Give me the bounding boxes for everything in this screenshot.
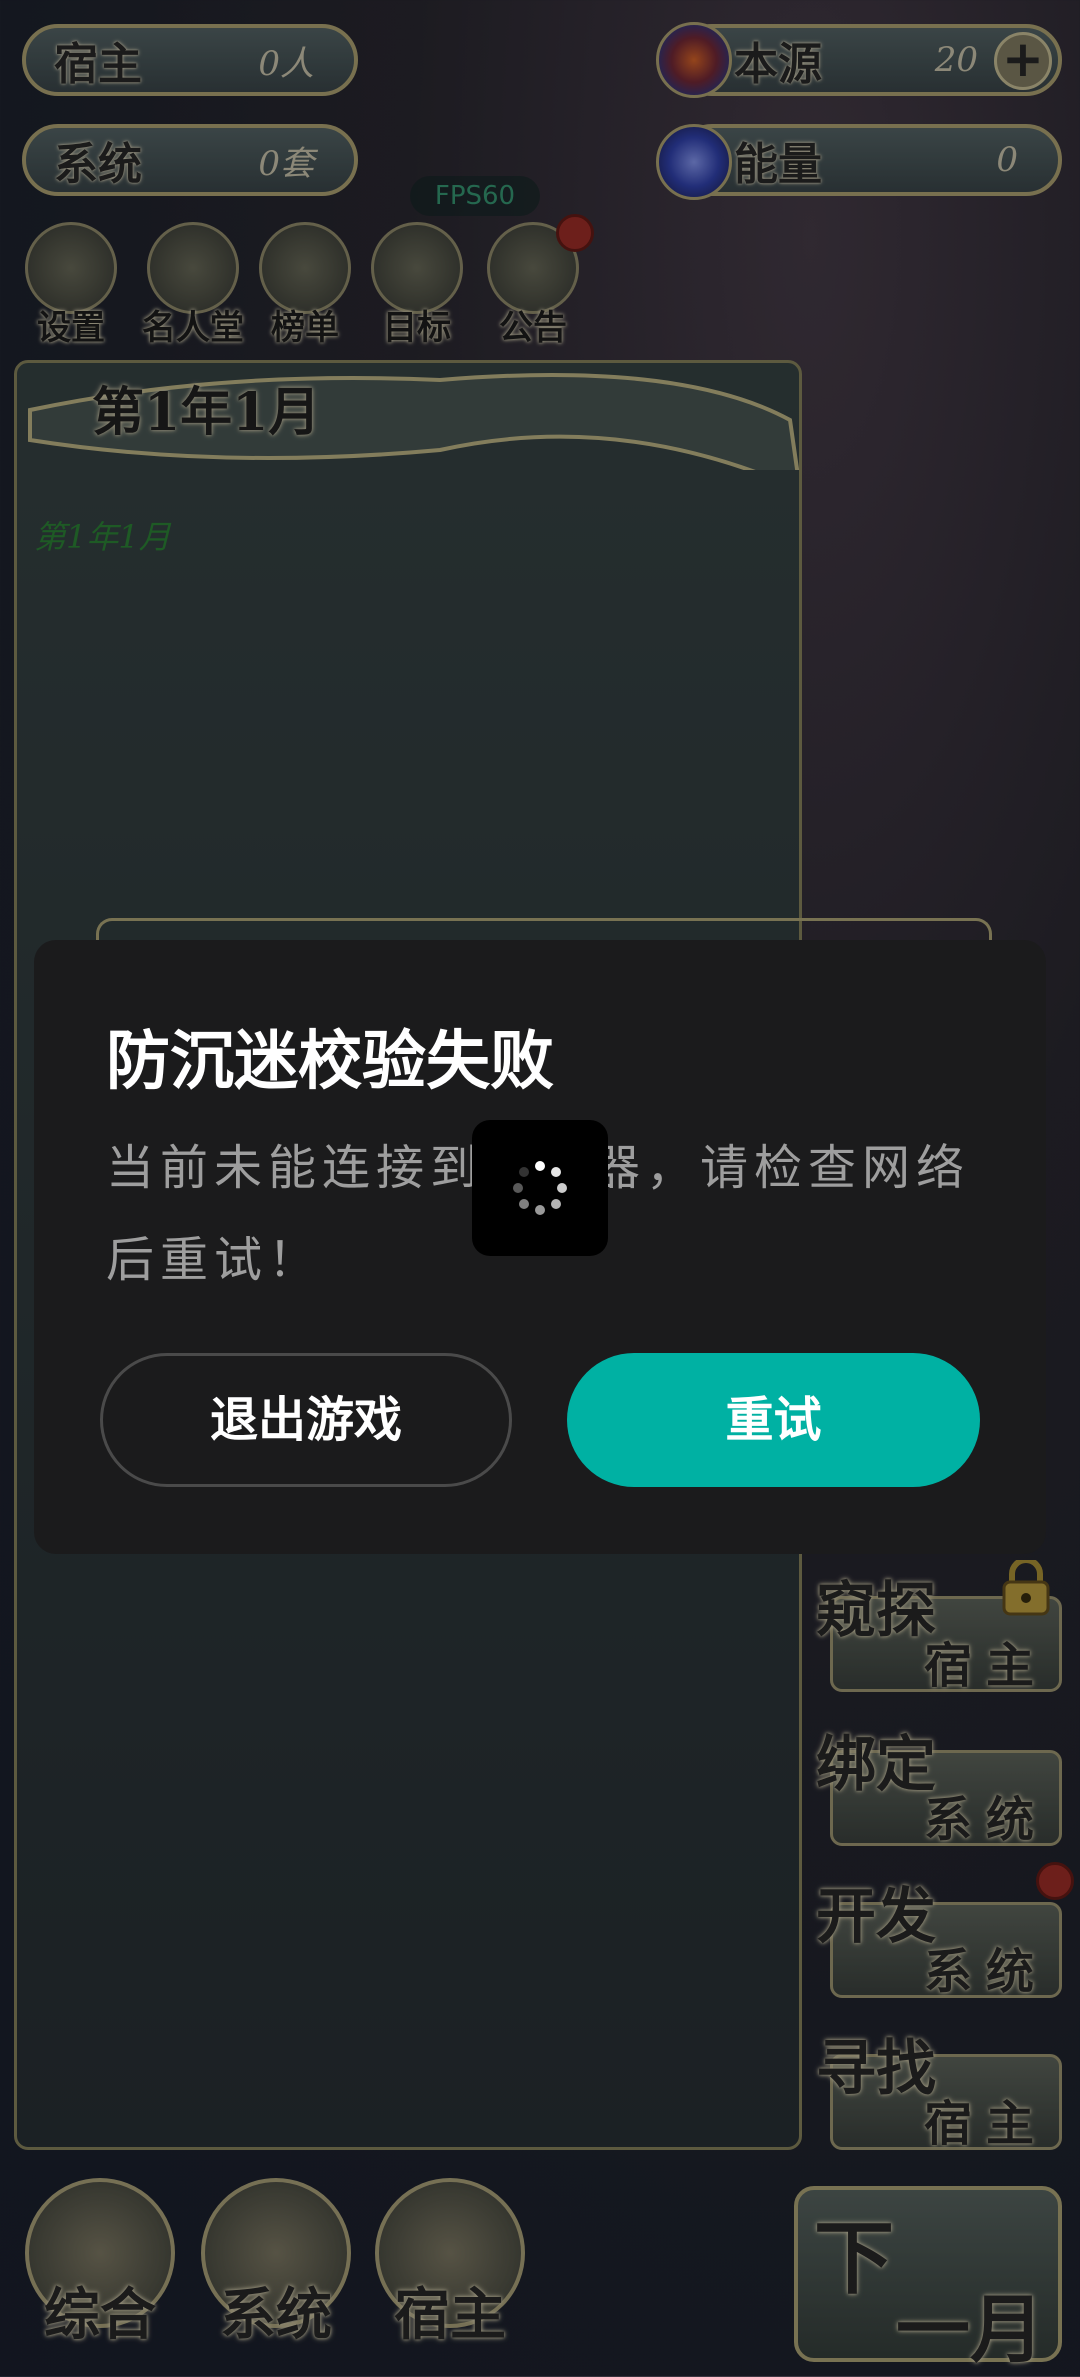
retry-button[interactable]: 重试 — [567, 1353, 980, 1487]
dialog-title: 防沉迷校验失败 — [106, 1024, 554, 1099]
loading-spinner — [472, 1120, 608, 1256]
spinner-icon — [513, 1161, 567, 1215]
exit-game-button[interactable]: 退出游戏 — [100, 1353, 512, 1487]
